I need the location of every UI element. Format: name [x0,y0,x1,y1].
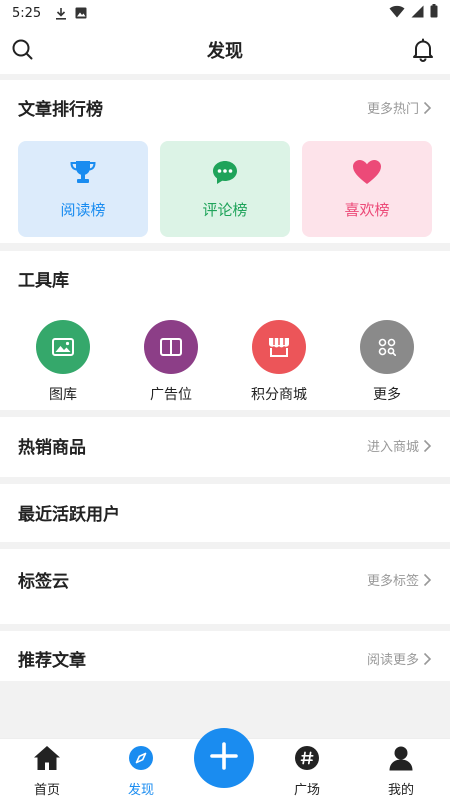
reading-rank-label: 阅读榜 [60,200,106,219]
tool-gallery[interactable]: 图库 [18,320,108,404]
chevron-right-icon [423,573,432,586]
tag-cloud-title: 标签云 [18,572,69,592]
nav-mine-label: 我的 [387,783,414,798]
nav-home[interactable]: 首页 [12,745,82,798]
active-users-title: 最近活跃用户 [18,505,120,525]
image-icon [75,7,87,19]
tool-ad-slot[interactable]: 广告位 [126,320,216,404]
signal-icon [411,5,424,22]
reading-rank-card[interactable]: 阅读榜 [18,141,148,237]
read-more-link[interactable]: 阅读更多 [367,649,432,668]
plus-icon [209,741,239,775]
home-icon [33,745,61,775]
tool-more[interactable]: 更多 [342,320,432,404]
heart-icon [352,159,382,189]
battery-icon [430,4,438,22]
chevron-right-icon [423,652,432,665]
nav-plaza-label: 广场 [293,783,320,798]
recommended-title: 推荐文章 [18,651,86,671]
bell-icon[interactable] [410,37,436,63]
like-rank-card[interactable]: 喜欢榜 [302,141,432,237]
page-title: 发现 [207,41,243,62]
tools-section: 工具库 图库 广告位 积分商城 更多 [0,251,450,410]
nav-discover-label: 发现 [127,783,154,798]
gallery-icon [36,320,90,374]
tool-more-label: 更多 [373,387,401,403]
more-hot-link[interactable]: 更多热门 [367,98,432,117]
chevron-right-icon [423,101,432,114]
wifi-icon [389,5,405,22]
hot-goods-title: 热销商品 [18,438,86,458]
comment-rank-label: 评论榜 [202,200,248,219]
status-bar: 5:25 [0,0,450,26]
more-tags-link[interactable]: 更多标签 [367,570,432,589]
recommended-section: 推荐文章 阅读更多 [0,631,450,681]
hot-goods-section: 热销商品 进入商城 [0,417,450,477]
tools-title: 工具库 [18,271,69,291]
tool-points-mall-label: 积分商城 [251,387,307,403]
tool-gallery-label: 图库 [49,387,77,403]
comment-rank-card[interactable]: 评论榜 [160,141,290,237]
hashtag-icon [294,745,320,775]
app-header: 发现 [0,26,450,74]
nav-mine[interactable]: 我的 [366,745,436,798]
active-users-section: 最近活跃用户 [0,484,450,542]
tag-cloud-section: 标签云 更多标签 [0,549,450,624]
user-icon [388,745,414,775]
store-icon [252,320,306,374]
ranking-section: 文章排行榜 更多热门 阅读榜 评论榜 喜欢榜 [0,80,450,243]
compass-icon [128,745,154,775]
trophy-icon [69,159,97,189]
tool-ad-slot-label: 广告位 [150,387,192,403]
nav-plaza[interactable]: 广场 [272,745,342,798]
download-icon [55,7,67,20]
ranking-title: 文章排行榜 [18,100,103,120]
like-rank-label: 喜欢榜 [344,200,390,219]
status-time: 5:25 [12,5,42,21]
search-icon[interactable] [10,37,36,63]
chat-bubble-icon [211,159,239,189]
create-post-button[interactable] [194,728,254,788]
more-grid-icon [360,320,414,374]
chevron-right-icon [423,439,432,452]
enter-mall-link[interactable]: 进入商城 [367,436,432,455]
book-icon [144,320,198,374]
nav-discover[interactable]: 发现 [106,745,176,798]
nav-home-label: 首页 [33,783,60,798]
tool-points-mall[interactable]: 积分商城 [234,320,324,404]
